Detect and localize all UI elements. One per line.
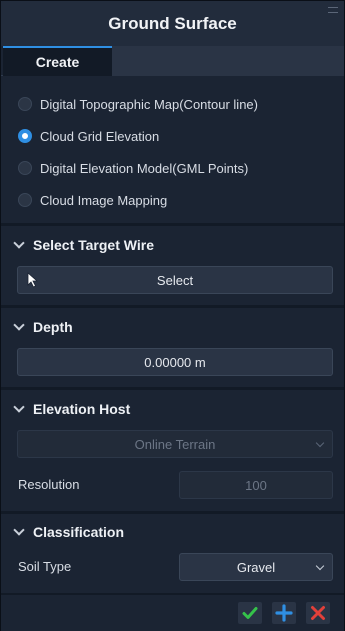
radio-button[interactable] bbox=[18, 161, 32, 175]
tab-create[interactable]: Create bbox=[3, 46, 112, 76]
panel-title: Ground Surface bbox=[108, 13, 237, 33]
section-divider bbox=[1, 305, 344, 308]
resolution-value: 100 bbox=[245, 477, 267, 493]
section-header-select-target-wire[interactable]: Select Target Wire bbox=[13, 235, 154, 255]
depth-input[interactable]: 0.00000 m bbox=[17, 348, 333, 376]
section-divider bbox=[1, 387, 344, 390]
action-bar bbox=[1, 595, 344, 631]
option-cloud-image-mapping[interactable]: Cloud Image Mapping bbox=[18, 190, 167, 210]
option-label: Cloud Image Mapping bbox=[40, 192, 168, 208]
chevron-down-icon bbox=[13, 319, 25, 331]
section-header-classification[interactable]: Classification bbox=[13, 522, 125, 542]
section-divider bbox=[1, 223, 344, 226]
option-label: Digital Elevation Model(GML Points) bbox=[40, 160, 249, 176]
soil-type-dropdown[interactable]: Gravel bbox=[179, 553, 333, 581]
cancel-button[interactable] bbox=[306, 602, 330, 624]
chevron-down-icon bbox=[315, 438, 325, 448]
soil-type-label: Soil Type bbox=[18, 559, 72, 574]
tab-bar: Create bbox=[1, 46, 344, 76]
radio-button[interactable] bbox=[18, 193, 32, 207]
chevron-down-icon bbox=[13, 237, 25, 249]
select-button-label: Select bbox=[156, 272, 194, 288]
resolution-label: Resolution bbox=[18, 477, 80, 492]
section-title: Depth bbox=[33, 319, 73, 335]
depth-value: 0.00000 m bbox=[144, 354, 206, 370]
elevation-host-dropdown[interactable]: Online Terrain bbox=[17, 430, 333, 458]
option-digital-elevation-model[interactable]: Digital Elevation Model(GML Points) bbox=[18, 158, 248, 178]
elevation-host-value: Online Terrain bbox=[134, 436, 216, 452]
plus-icon bbox=[275, 604, 293, 622]
title-bar[interactable]: Ground Surface bbox=[1, 1, 344, 46]
section-header-elevation-host[interactable]: Elevation Host bbox=[13, 399, 131, 419]
add-button[interactable] bbox=[272, 602, 296, 624]
grip-icon[interactable] bbox=[328, 7, 338, 13]
confirm-button[interactable] bbox=[238, 602, 262, 624]
section-divider bbox=[1, 511, 344, 514]
section-title: Elevation Host bbox=[33, 401, 131, 417]
option-digital-topographic-map[interactable]: Digital Topographic Map(Contour line) bbox=[18, 94, 258, 114]
ground-surface-panel: Ground Surface Create Digital Topographi… bbox=[0, 0, 345, 631]
section-title: Classification bbox=[33, 524, 125, 540]
close-icon bbox=[311, 606, 325, 620]
soil-type-value: Gravel bbox=[236, 559, 276, 575]
radio-button[interactable] bbox=[18, 97, 32, 111]
tab-bar-filler bbox=[112, 46, 344, 76]
resolution-input[interactable]: 100 bbox=[179, 471, 333, 499]
section-header-depth[interactable]: Depth bbox=[13, 317, 73, 337]
option-cloud-grid-elevation[interactable]: Cloud Grid Elevation bbox=[18, 126, 159, 146]
check-icon bbox=[242, 607, 258, 619]
radio-button-selected[interactable] bbox=[18, 129, 32, 143]
option-label: Cloud Grid Elevation bbox=[40, 128, 160, 144]
chevron-down-icon bbox=[13, 401, 25, 413]
chevron-down-icon bbox=[13, 524, 25, 536]
select-button[interactable]: Select bbox=[17, 266, 333, 294]
cursor-arrow-icon bbox=[27, 272, 39, 288]
section-title: Select Target Wire bbox=[33, 237, 154, 253]
option-label: Digital Topographic Map(Contour line) bbox=[40, 96, 258, 112]
chevron-down-icon bbox=[315, 561, 325, 571]
